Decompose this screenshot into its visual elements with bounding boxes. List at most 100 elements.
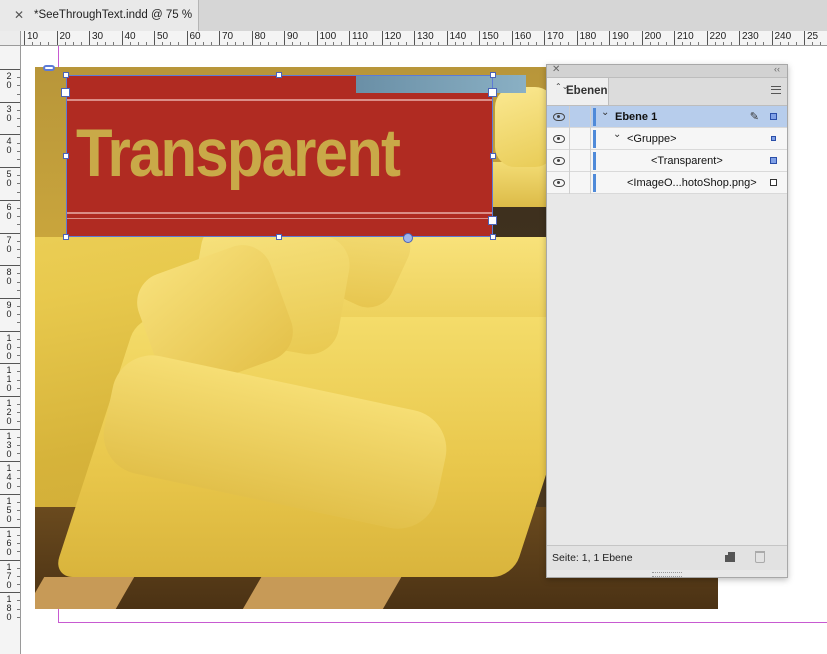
visibility-eye-icon[interactable] <box>553 179 565 187</box>
ruler-v-minor-tick <box>17 371 20 373</box>
ruler-v-minor-tick <box>17 404 20 406</box>
horizontal-ruler[interactable]: 10 20 30 40 50 60 70 80 90 100 110 120 130 140 150 160 1… <box>0 31 827 46</box>
new-layer-icon[interactable] <box>725 552 735 562</box>
ruler-v-minor-tick <box>17 469 20 471</box>
ruler-v-minor-tick <box>17 534 20 536</box>
selection-square-icon[interactable] <box>770 157 777 164</box>
resize-handle-top-right[interactable] <box>490 72 496 78</box>
selection-square-icon[interactable] <box>771 136 776 141</box>
resize-handle-top[interactable] <box>276 72 282 78</box>
ruler-h-minor-tick <box>665 42 667 45</box>
close-tab-icon[interactable]: ✕ <box>14 8 24 22</box>
ruler-h-minor-tick <box>48 42 50 45</box>
layer-row[interactable]: <ImageO...hotoShop.png> <box>547 172 787 194</box>
panel-header: ⌃⌄ Ebenen <box>547 78 787 106</box>
resize-handle-bottom-left[interactable] <box>63 234 69 240</box>
ruler-v-minor-tick <box>17 600 20 602</box>
trash-icon[interactable] <box>755 551 765 563</box>
ruler-v-label: 0 <box>6 210 12 221</box>
lock-toggle-cell[interactable] <box>569 172 570 194</box>
ruler-v-minor-tick <box>17 453 20 455</box>
panel-resize-grip[interactable] <box>652 572 682 577</box>
vertical-ruler[interactable]: 2030405060708090100110120130140150160170… <box>0 45 21 654</box>
ruler-v-minor-tick <box>17 183 20 185</box>
ruler-v-minor-tick <box>17 224 20 226</box>
ruler-v-minor-tick <box>17 420 20 422</box>
layer-name[interactable]: <ImageO...hotoShop.png> <box>627 177 757 189</box>
layer-row[interactable]: ⌄ <Gruppe> <box>547 128 787 150</box>
panel-menu-icon[interactable] <box>771 86 781 94</box>
resize-handle-left[interactable] <box>63 153 69 159</box>
tab-layers[interactable]: ⌃⌄ Ebenen <box>547 78 609 105</box>
ruler-v-minor-tick <box>17 191 20 193</box>
panel-titlebar[interactable]: ✕ ‹‹ <box>547 64 787 78</box>
ruler-h-minor-tick <box>787 42 789 45</box>
outport-handle[interactable] <box>488 88 497 97</box>
content-grabber[interactable] <box>403 233 413 243</box>
ruler-h-minor-tick <box>422 42 424 45</box>
ruler-v-minor-tick <box>17 77 20 79</box>
selection-square-icon[interactable] <box>770 113 777 120</box>
panel-collapse-icon[interactable]: ‹‹ <box>774 64 780 74</box>
ruler-h-minor-tick <box>560 42 562 45</box>
tab-layers-label: Ebenen <box>566 85 608 97</box>
ruler-h-major-tick <box>284 31 285 45</box>
ruler-v-major-tick <box>0 199 20 201</box>
ruler-v-major-tick <box>0 297 20 299</box>
ruler-h-major-tick <box>154 31 155 45</box>
panel-footer: Seite: 1, 1 Ebene <box>547 545 787 570</box>
ruler-v-minor-tick <box>17 412 20 414</box>
ruler-h-minor-tick <box>763 42 765 45</box>
ruler-h-minor-tick <box>812 42 814 45</box>
layer-name[interactable]: Ebene 1 <box>615 111 657 123</box>
ruler-v-minor-tick <box>17 306 20 308</box>
ruler-h-minor-tick <box>210 42 212 45</box>
ruler-h-minor-tick <box>275 42 277 45</box>
resize-handle-right[interactable] <box>490 153 496 159</box>
layer-row[interactable]: ⌄ Ebene 1 ✎ <box>547 106 787 128</box>
chevron-down-icon[interactable]: ⌄ <box>613 129 621 140</box>
layers-panel: ✕ ‹‹ ⌃⌄ Ebenen ⌄ Ebene 1 ✎ ⌄ <Gruppe> <Transp… <box>546 64 788 578</box>
ruler-h-minor-tick <box>324 42 326 45</box>
ruler-v-minor-tick <box>17 281 20 283</box>
lock-toggle-cell[interactable] <box>569 128 570 150</box>
layer-color-bar <box>593 152 596 170</box>
ruler-v-label: 1 <box>6 561 12 572</box>
corner-handle[interactable] <box>488 216 497 225</box>
ruler-h-minor-tick <box>32 42 34 45</box>
ruler-v-label: 7 <box>6 570 12 581</box>
link-icon[interactable] <box>43 65 55 71</box>
panel-close-icon[interactable]: ✕ <box>552 64 560 75</box>
ruler-v-major-tick <box>0 101 20 103</box>
inport-handle[interactable] <box>61 88 70 97</box>
chevron-down-icon[interactable]: ⌄ <box>601 107 609 118</box>
ruler-h-minor-tick <box>194 42 196 45</box>
layer-name[interactable]: <Gruppe> <box>627 133 677 145</box>
selection-square-icon[interactable] <box>770 179 777 186</box>
ruler-v-major-tick <box>0 330 20 332</box>
ruler-v-label: 1 <box>6 430 12 441</box>
ruler-h-minor-tick <box>714 42 716 45</box>
ruler-origin[interactable] <box>0 31 21 46</box>
lock-toggle-cell[interactable] <box>569 106 570 128</box>
ruler-v-major-tick <box>0 265 20 267</box>
ruler-v-minor-tick <box>17 355 20 357</box>
document-tab[interactable]: ✕ *SeeThroughText.indd @ 75 % <box>0 0 199 31</box>
ruler-v-minor-tick <box>17 93 20 95</box>
ruler-h-major-tick <box>446 31 448 45</box>
lock-toggle-cell[interactable] <box>569 150 570 172</box>
resize-handle-bottom-right[interactable] <box>490 234 496 240</box>
layer-row[interactable]: <Transparent> <box>547 150 787 172</box>
visibility-eye-icon[interactable] <box>553 157 565 165</box>
visibility-eye-icon[interactable] <box>553 113 565 121</box>
resize-handle-bottom[interactable] <box>276 234 282 240</box>
resize-handle-top-left[interactable] <box>63 72 69 78</box>
layer-name[interactable]: <Transparent> <box>651 155 723 167</box>
ruler-v-label: 0 <box>6 612 12 623</box>
ruler-h-minor-tick <box>137 42 139 45</box>
ruler-v-major-tick <box>0 526 20 528</box>
visibility-eye-icon[interactable] <box>553 135 565 143</box>
ruler-v-major-tick <box>0 134 20 136</box>
ruler-v-minor-tick <box>17 257 20 259</box>
ruler-h-minor-tick <box>730 42 732 45</box>
